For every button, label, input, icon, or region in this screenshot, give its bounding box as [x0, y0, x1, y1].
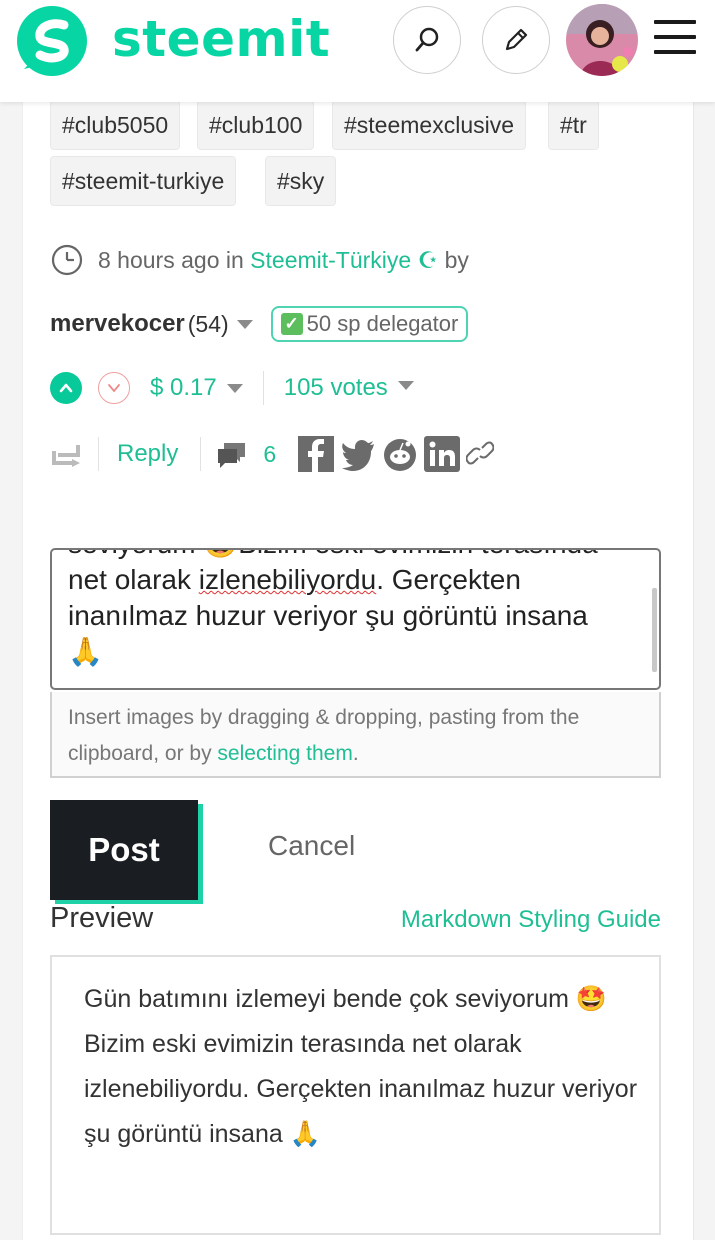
comments-icon[interactable] [215, 439, 249, 469]
divider [98, 437, 99, 471]
textarea-line: net olarak izlenebiliyordu. Gerçekten [68, 562, 638, 598]
tag-steemexclusive[interactable]: #steemexclusive [332, 100, 527, 150]
pencil-icon [505, 28, 528, 51]
textarea-line: inanılmaz huzur veriyor şu görüntü insan… [68, 600, 588, 631]
check-mark-icon: ✓ [280, 313, 303, 335]
preview-box: Gün batımını izlemeyi bende çok seviyoru… [50, 955, 661, 1235]
search-button[interactable] [393, 6, 461, 74]
textarea-content: seviyorum 🤩Bizim eski evimizin terasında… [68, 550, 638, 670]
author-dropdown-caret-icon[interactable] [236, 319, 253, 329]
payout-dropdown-caret-icon[interactable] [226, 383, 243, 393]
submit-story-button[interactable] [482, 6, 550, 74]
post-time: 8 hours ago in [98, 246, 244, 273]
votes-count[interactable]: 105 votes [284, 374, 388, 402]
dropzone-end: . [352, 742, 359, 765]
steemit-logo-icon[interactable] [14, 3, 90, 79]
brand-wordmark[interactable]: steemit [112, 10, 330, 68]
textarea-line: seviyorum 🤩Bizim eski evimizin terasında [68, 550, 638, 562]
upvote-button[interactable] [50, 372, 82, 404]
vote-row: $ 0.17 105 votes [50, 370, 414, 406]
chevron-down-icon [108, 384, 120, 392]
tag-steemit-turkiye[interactable]: #steemit-turkiye [50, 156, 237, 206]
reddit-icon[interactable] [382, 436, 418, 472]
twitter-icon[interactable] [340, 436, 376, 472]
author-line: mervekocer (54) ✓ 50 sp delegator [50, 304, 469, 344]
textarea-scrollbar[interactable] [652, 588, 657, 672]
action-row: Reply 6 [50, 434, 495, 474]
clock-icon [51, 244, 83, 276]
post-button[interactable]: Post [50, 800, 198, 900]
delegator-badge: ✓ 50 sp delegator [270, 306, 469, 342]
author-reputation: (54) [187, 310, 229, 337]
tag-club5050[interactable]: #club5050 [50, 100, 181, 150]
select-images-link[interactable]: selecting them [217, 742, 352, 765]
linkedin-icon[interactable] [424, 436, 461, 472]
tag-sky[interactable]: #sky [265, 156, 337, 206]
payout-amount[interactable]: $ 0.17 [150, 374, 217, 402]
user-avatar[interactable] [566, 4, 638, 76]
chevron-up-icon [59, 383, 73, 393]
reply-link[interactable]: Reply [117, 440, 178, 468]
cancel-button[interactable]: Cancel [268, 830, 355, 862]
textarea-line: 🙏 [68, 636, 103, 667]
post-meta: 8 hours ago in Steemit-Türkiye ☪ by [50, 240, 469, 280]
hamburger-menu-icon[interactable] [654, 20, 696, 58]
preview-text: Gün batımını izlemeyi bende çok seviyoru… [84, 985, 638, 1148]
downvote-button[interactable] [98, 372, 130, 404]
spellcheck-word: izlenebiliyordu [198, 564, 377, 595]
avatar-image [566, 4, 638, 76]
comments-count[interactable]: 6 [263, 441, 276, 468]
textarea-text: net olarak [68, 564, 199, 595]
by-label: by [444, 246, 469, 273]
facebook-icon[interactable] [298, 436, 335, 472]
author-name[interactable]: mervekocer [50, 310, 185, 338]
community-link[interactable]: Steemit-Türkiye ☪ [250, 247, 438, 274]
resteem-icon[interactable] [50, 439, 84, 469]
image-dropzone[interactable]: Insert images by dragging & dropping, pa… [50, 692, 661, 778]
divider [200, 437, 202, 471]
tag-tr[interactable]: #tr [548, 100, 599, 150]
badge-text: 50 sp delegator [306, 311, 459, 336]
textarea-text: . Gerçekten [376, 564, 521, 595]
preview-heading: Preview [50, 902, 154, 934]
search-icon [415, 27, 439, 52]
votes-dropdown-caret-icon[interactable] [397, 380, 414, 390]
link-icon[interactable] [466, 436, 495, 472]
top-header: steemit [0, 0, 715, 102]
tag-club100[interactable]: #club100 [197, 100, 315, 150]
divider [262, 371, 264, 405]
markdown-guide-link[interactable]: Markdown Styling Guide [401, 906, 661, 934]
reply-textarea[interactable]: seviyorum 🤩Bizim eski evimizin terasında… [50, 548, 661, 690]
